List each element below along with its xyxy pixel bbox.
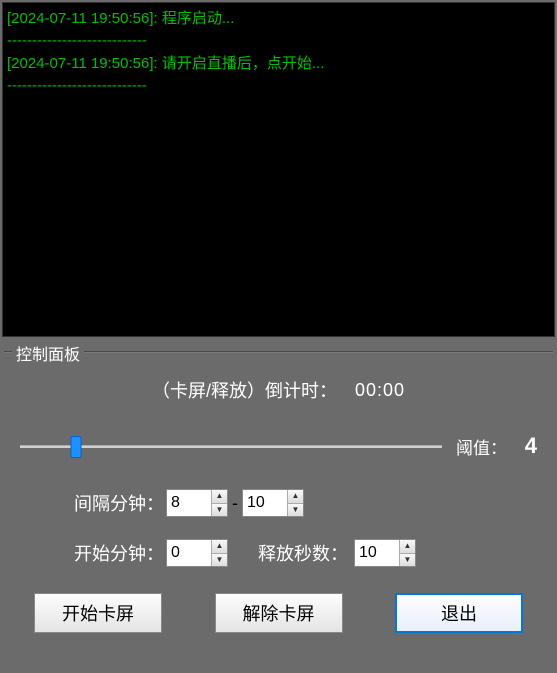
panel-title: 控制面板 (12, 341, 84, 365)
interval-label: 间隔分钟： (74, 490, 166, 516)
log-message: 程序启动... (162, 10, 235, 27)
interval-min-spinner[interactable]: ▲ ▼ (166, 489, 228, 517)
spin-down-icon[interactable]: ▼ (212, 504, 227, 517)
control-panel: 控制面板 （卡屏/释放）倒计时： 00:00 阈值： 4 间隔分钟： ▲ ▼ -… (4, 343, 553, 663)
unfreeze-button[interactable]: 解除卡屏 (215, 593, 343, 633)
threshold-slider[interactable] (20, 436, 442, 456)
log-timestamp: [2024-07-11 19:50:56] (7, 10, 154, 27)
start-minute-input[interactable] (167, 540, 211, 566)
log-entry: [2024-07-11 19:50:56]: 请开启直播后，点开始... (7, 54, 550, 74)
spin-down-icon[interactable]: ▼ (400, 554, 415, 567)
spin-up-icon[interactable]: ▲ (212, 540, 227, 554)
release-seconds-input[interactable] (355, 540, 399, 566)
interval-min-input[interactable] (167, 490, 211, 516)
log-output: [2024-07-11 19:50:56]: 程序启动... ---------… (2, 2, 555, 337)
interval-max-spinner[interactable]: ▲ ▼ (242, 489, 304, 517)
start-freeze-button[interactable]: 开始卡屏 (34, 593, 162, 633)
spin-down-icon[interactable]: ▼ (288, 504, 303, 517)
interval-max-input[interactable] (243, 490, 287, 516)
range-dash: - (232, 493, 238, 514)
start-minute-label: 开始分钟： (74, 540, 166, 566)
log-message: 请开启直播后，点开始... (162, 55, 325, 72)
threshold-label: 阈值： (456, 434, 507, 459)
log-timestamp: [2024-07-11 19:50:56] (7, 55, 154, 72)
log-separator: ---------------------------- (7, 76, 550, 96)
release-seconds-label: 释放秒数： (258, 540, 354, 566)
release-seconds-spinner[interactable]: ▲ ▼ (354, 539, 416, 567)
log-entry: [2024-07-11 19:50:56]: 程序启动... (7, 9, 550, 29)
spin-down-icon[interactable]: ▼ (212, 554, 227, 567)
spin-up-icon[interactable]: ▲ (400, 540, 415, 554)
log-separator: ---------------------------- (7, 31, 550, 51)
start-minute-spinner[interactable]: ▲ ▼ (166, 539, 228, 567)
countdown-value: 00:00 (355, 380, 405, 401)
countdown-label: （卡屏/释放）倒计时： (152, 377, 337, 403)
spin-up-icon[interactable]: ▲ (288, 490, 303, 504)
spin-up-icon[interactable]: ▲ (212, 490, 227, 504)
threshold-value: 4 (519, 433, 537, 459)
exit-button[interactable]: 退出 (395, 593, 523, 633)
